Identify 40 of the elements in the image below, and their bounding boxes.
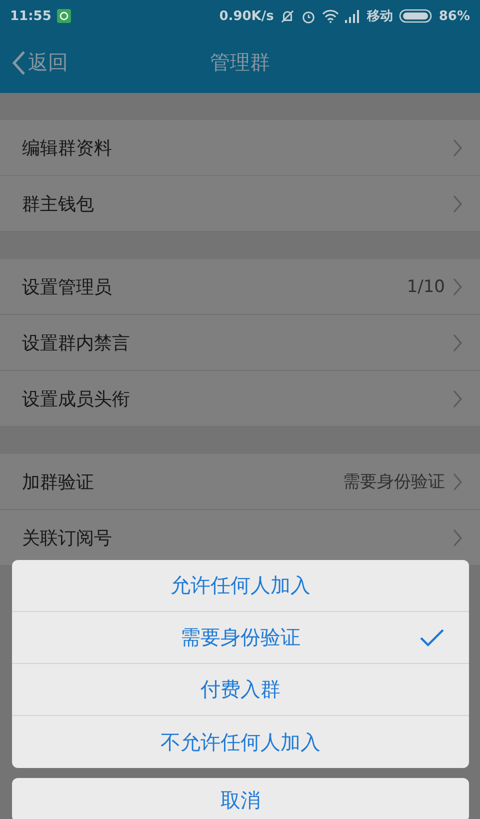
row-value: 1/10 [406,276,445,296]
page-title: 管理群 [210,49,270,76]
chevron-right-icon [453,390,462,408]
row-label: 设置群内禁言 [22,332,131,354]
settings-row[interactable]: 群主钱包 [0,176,480,232]
clock: 11:55 [10,8,52,24]
signal-icon [344,10,361,22]
row-label: 关联订阅号 [22,526,113,550]
muted-bell-icon [280,8,295,24]
chevron-right-icon [453,138,462,156]
settings-row[interactable]: 设置管理员 1/10 [0,259,480,315]
shield-icon [57,9,72,23]
chevron-right-icon [453,528,462,546]
chevron-right-icon [453,194,462,212]
chevron-right-icon [453,472,462,490]
row-label: 编辑群资料 [22,136,113,160]
chevron-right-icon [453,278,462,296]
chevron-left-icon [12,50,26,76]
network-speed: 0.90K/s [219,8,274,24]
sheet-option[interactable]: 需要身份验证 [12,612,469,664]
sheet-option[interactable]: 付费入群 [12,664,469,716]
battery-percent: 86% [438,8,470,24]
alarm-icon [300,8,316,24]
sheet-option[interactable]: 不允许任何人加入 [12,716,469,768]
back-button[interactable]: 返回 [0,48,74,77]
battery-icon [398,9,433,23]
row-value: 需要身份验证 [343,471,445,493]
sheet-option[interactable]: 允许任何人加入 [12,560,469,612]
wifi-icon [322,9,339,23]
settings-row[interactable]: 编辑群资料 [0,120,480,176]
chevron-right-icon [453,334,462,352]
row-label: 设置成员头衔 [22,388,131,410]
row-label: 设置管理员 [22,276,113,298]
settings-row[interactable]: 加群验证 需要身份验证 [0,454,480,510]
row-label: 群主钱包 [22,192,95,216]
cancel-button[interactable]: 取消 [12,778,469,819]
carrier-name: 移动 [366,8,393,25]
settings-row[interactable]: 设置成员头衔 [0,371,480,427]
row-label: 加群验证 [22,470,95,494]
settings-row[interactable]: 设置群内禁言 [0,315,480,371]
